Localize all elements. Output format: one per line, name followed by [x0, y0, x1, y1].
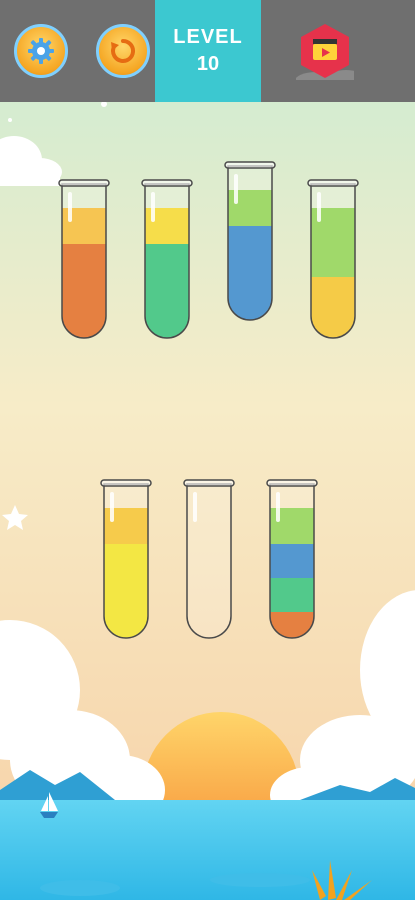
tube-rim [224, 161, 276, 169]
tube-rim [100, 479, 152, 487]
video-clapper-icon [313, 39, 337, 60]
tube-rim [183, 479, 235, 487]
settings-button[interactable] [14, 24, 68, 78]
restart-button[interactable] [96, 24, 150, 78]
tube-shine [151, 192, 155, 222]
restart-icon [111, 38, 136, 63]
top-bar: LEVEL 10 [0, 0, 415, 102]
tube-5[interactable] [100, 479, 152, 640]
tube-shine [110, 492, 114, 522]
tube-7[interactable] [266, 479, 318, 640]
tube-3[interactable] [224, 161, 276, 322]
tube-shine [276, 492, 280, 522]
tube-rim [307, 179, 359, 187]
tube-rim [266, 479, 318, 487]
watch-video-button[interactable] [294, 22, 366, 92]
tube-4[interactable] [307, 179, 359, 340]
tube-shine [234, 174, 238, 204]
tube-rim [58, 179, 110, 187]
tube-shine [68, 192, 72, 222]
gear-icon [28, 38, 54, 64]
tube-6[interactable] [183, 479, 235, 639]
tube-rim [141, 179, 193, 187]
game-scene [0, 0, 415, 900]
tube-1[interactable] [58, 179, 110, 340]
tube-shine [193, 492, 197, 522]
tube-2[interactable] [141, 179, 193, 340]
level-number: 10 [196, 53, 220, 75]
level-indicator: LEVEL 10 [155, 0, 261, 102]
tube-shine [317, 192, 321, 222]
level-label: LEVEL [173, 26, 243, 48]
